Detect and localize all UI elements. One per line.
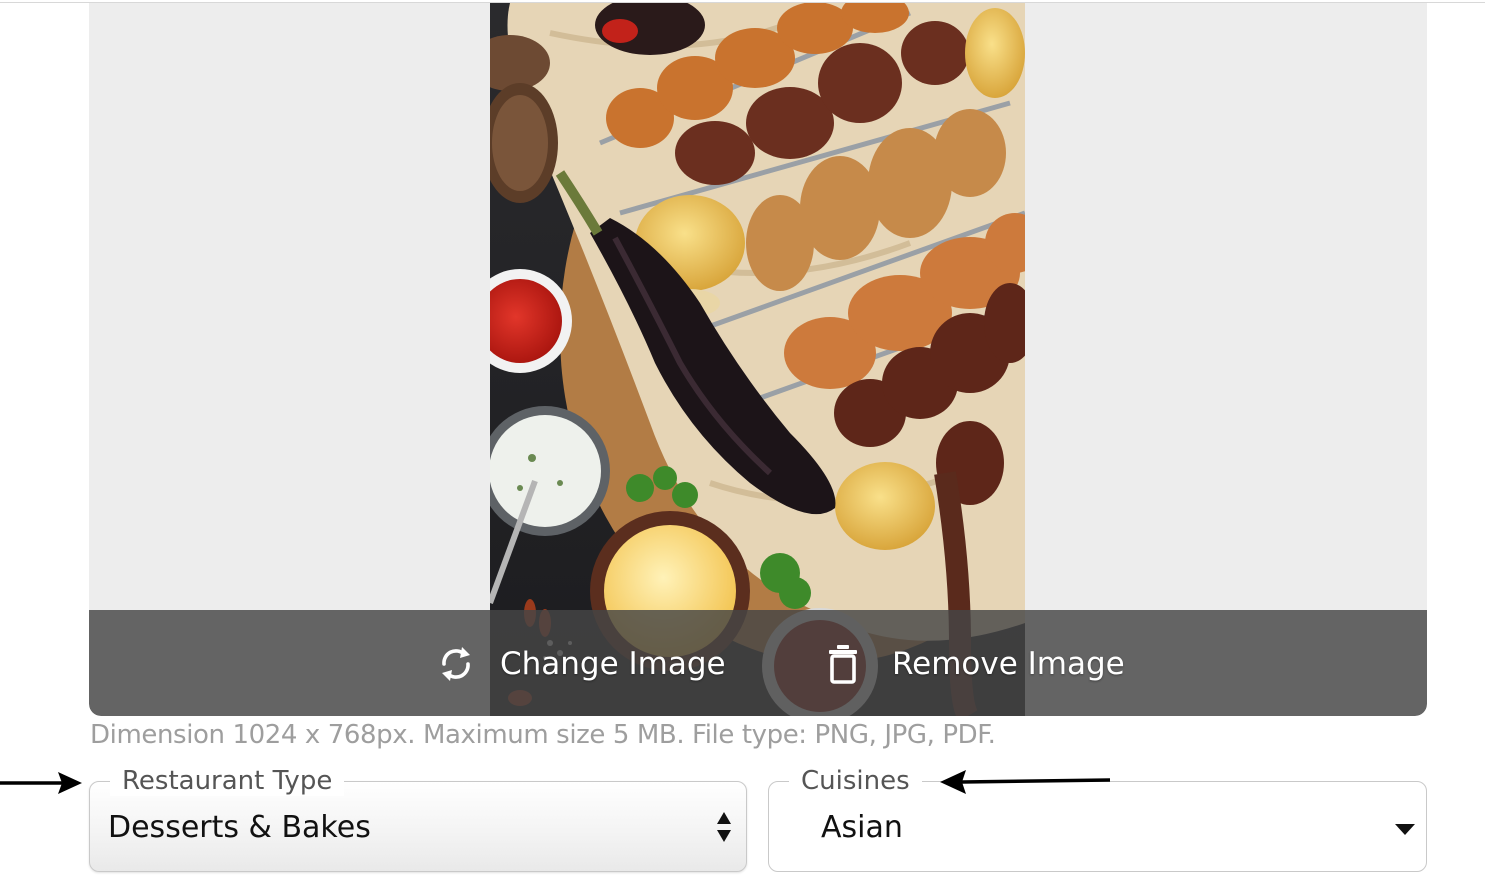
- updown-chevron-icon: [717, 812, 731, 842]
- change-image-label: Change Image: [500, 646, 726, 682]
- image-preview-card: Change Image Remove Image: [89, 3, 1427, 716]
- upload-hint: Dimension 1024 x 768px. Maximum size 5 M…: [90, 720, 996, 750]
- cuisines-value: Asian: [821, 810, 903, 845]
- image-actions-bar: Change Image Remove Image: [89, 610, 1427, 716]
- cuisines-label: Cuisines: [789, 766, 922, 796]
- restaurant-type-value: Desserts & Bakes: [108, 810, 371, 845]
- annotation-arrow-left: [940, 770, 1111, 794]
- restaurant-type-select[interactable]: Restaurant Type Desserts & Bakes: [89, 766, 747, 872]
- trash-icon: [826, 642, 866, 686]
- remove-image-label: Remove Image: [892, 646, 1125, 682]
- caret-down-icon: [1395, 824, 1415, 835]
- remove-image-button[interactable]: Remove Image: [826, 640, 1125, 688]
- annotation-arrow-right: [0, 772, 82, 794]
- restaurant-type-label: Restaurant Type: [110, 766, 345, 796]
- refresh-icon: [436, 642, 476, 686]
- change-image-button[interactable]: Change Image: [436, 640, 726, 688]
